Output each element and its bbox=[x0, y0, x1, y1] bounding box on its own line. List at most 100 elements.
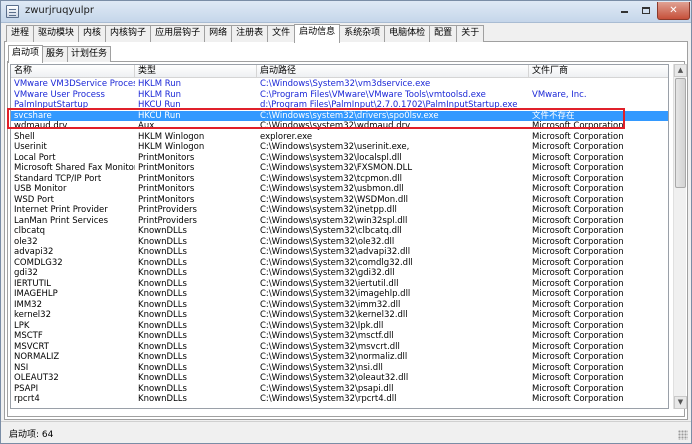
column-header-type[interactable]: 类型 bbox=[135, 65, 257, 78]
minimize-button[interactable] bbox=[613, 2, 635, 20]
cell-type: HKLM Run bbox=[138, 89, 182, 100]
column-header-path[interactable]: 启动路径 bbox=[257, 65, 529, 78]
cell-path: C:\Windows\System32\nsi.dll bbox=[260, 362, 383, 373]
table-row[interactable]: NORMALIZ KnownDLLs C:\Windows\System32\nor… bbox=[11, 352, 668, 363]
cell-type: KnownDLLs bbox=[138, 394, 187, 404]
cell-vendor: Microsoft Corporation bbox=[532, 163, 624, 173]
cell-name: kernel32 bbox=[14, 310, 51, 320]
cell-vendor: Microsoft Corporation bbox=[532, 362, 624, 373]
cell-path: C:\Program Files\VMware\VMware Tools\vmt… bbox=[260, 89, 486, 100]
vertical-scrollbar[interactable]: ▲ ▼ bbox=[673, 64, 687, 409]
tab-main-8[interactable]: 启动信息 bbox=[294, 24, 341, 43]
table-row[interactable]: ole32 KnownDLLs C:\Windows\System32\ole32.… bbox=[11, 237, 668, 248]
cell-path: C:\Windows\System32\vm3dservice.exe bbox=[260, 79, 431, 89]
cell-path: C:\Windows\System32\lpk.dll bbox=[260, 320, 384, 331]
tab-main-3[interactable]: 内核钩子 bbox=[105, 25, 152, 42]
cell-name: clbcatq bbox=[14, 226, 46, 236]
maximize-button[interactable] bbox=[635, 2, 657, 20]
cell-vendor: Microsoft Corporation bbox=[532, 278, 624, 289]
scroll-thumb[interactable] bbox=[675, 78, 686, 188]
tab-main-1[interactable]: 驱动模块 bbox=[33, 25, 80, 42]
table-row[interactable]: Userinit HKLM Winlogon C:\Windows\system32… bbox=[11, 142, 668, 153]
tab-main-0[interactable]: 进程 bbox=[6, 25, 35, 42]
cell-type: KnownDLLs bbox=[138, 383, 187, 394]
table-row[interactable]: VMware VM3DService Process HKLM Run C:\Win… bbox=[11, 79, 668, 90]
cell-type: KnownDLLs bbox=[138, 289, 187, 299]
tab-main-7[interactable]: 文件 bbox=[267, 25, 296, 42]
cell-vendor: Microsoft Corporation bbox=[532, 352, 624, 362]
cell-vendor: Microsoft Corporation bbox=[532, 142, 624, 152]
table-row[interactable]: Microsoft Shared Fax Monitor PrintMonitor… bbox=[11, 163, 668, 174]
cell-name: Microsoft Shared Fax Monitor bbox=[14, 163, 135, 173]
table-row[interactable]: LPK KnownDLLs C:\Windows\System32\lpk.dll M… bbox=[11, 320, 668, 332]
table-row[interactable]: OLEAUT32 KnownDLLs C:\Windows\System32\ole… bbox=[11, 373, 668, 384]
table-row[interactable]: IERTUTIL KnownDLLs C:\Windows\System32\ier… bbox=[11, 278, 668, 290]
cell-name: rpcrt4 bbox=[14, 394, 40, 404]
cell-type: HKLM Run bbox=[138, 79, 182, 89]
table-row[interactable]: MSVCRT KnownDLLs C:\Windows\System32\msvcr… bbox=[11, 341, 668, 353]
cell-type: KnownDLLs bbox=[138, 352, 187, 362]
cell-path: C:\Windows\System32\msvcrt.dll bbox=[260, 341, 400, 352]
cell-name: IMAGEHLP bbox=[14, 289, 58, 299]
cell-name: OLEAUT32 bbox=[14, 373, 59, 383]
scroll-up-button[interactable]: ▲ bbox=[674, 64, 687, 77]
cell-type: PrintMonitors bbox=[138, 184, 195, 194]
table-row[interactable]: USB Monitor PrintMonitors C:\Windows\syste… bbox=[11, 184, 668, 195]
tab-sub-0[interactable]: 启动项 bbox=[8, 45, 44, 63]
table-row[interactable]: PSAPI KnownDLLs C:\Windows\System32\psapi.… bbox=[11, 383, 668, 395]
table-row[interactable]: COMDLG32 KnownDLLs C:\Windows\System32\com… bbox=[11, 257, 668, 269]
cell-vendor: Microsoft Corporation bbox=[532, 173, 624, 184]
tab-main-6[interactable]: 注册表 bbox=[231, 25, 269, 42]
cell-type: KnownDLLs bbox=[138, 341, 187, 352]
cell-path: C:\Windows\System32\oleaut32.dll bbox=[260, 373, 409, 383]
tab-main-9[interactable]: 系统杂项 bbox=[339, 25, 386, 42]
table-row[interactable]: VMware User Process HKLM Run C:\Program Fi… bbox=[11, 89, 668, 101]
table-row[interactable]: WSD Port PrintMonitors C:\Windows\system32… bbox=[11, 195, 668, 206]
table-row[interactable]: Internet Print Provider PrintProviders C:\… bbox=[11, 205, 668, 216]
cell-type: HKLM Winlogon bbox=[138, 131, 205, 142]
cell-name: NSI bbox=[14, 362, 29, 373]
status-text: 启动项: 64 bbox=[9, 430, 54, 440]
column-header-vendor[interactable]: 文件厂商 bbox=[529, 65, 668, 78]
tab-main-10[interactable]: 电脑体检 bbox=[384, 25, 431, 42]
table-row[interactable]: kernel32 KnownDLLs C:\Windows\System32\ker… bbox=[11, 310, 668, 321]
cell-name: IMM32 bbox=[14, 299, 42, 310]
table-row[interactable]: clbcatq KnownDLLs C:\Windows\System32\clbc… bbox=[11, 226, 668, 237]
tab-main-2[interactable]: 内核 bbox=[78, 25, 107, 42]
title-bar[interactable]: zwurjruqyulpr ✕ bbox=[1, 1, 691, 23]
list-header: 名称 类型 启动路径 文件厂商 bbox=[11, 65, 668, 78]
table-row[interactable]: NSI KnownDLLs C:\Windows\System32\nsi.dll M… bbox=[11, 362, 668, 374]
tab-main-5[interactable]: 网络 bbox=[204, 25, 233, 42]
resize-grip-icon[interactable] bbox=[678, 430, 688, 440]
tab-sub-2[interactable]: 计划任务 bbox=[67, 46, 112, 62]
table-row[interactable]: rpcrt4 KnownDLLs C:\Windows\System32\rpcrt… bbox=[11, 394, 668, 405]
cell-vendor: Microsoft Corporation bbox=[532, 247, 624, 257]
tab-main-12[interactable]: 关于 bbox=[456, 25, 485, 42]
cell-vendor: Microsoft Corporation bbox=[532, 226, 624, 236]
table-row[interactable]: IMAGEHLP KnownDLLs C:\Windows\System32\ima… bbox=[11, 289, 668, 300]
cell-path: C:\Windows\System32\advapi32.dll bbox=[260, 247, 411, 257]
table-row[interactable]: IMM32 KnownDLLs C:\Windows\System32\imm32.… bbox=[11, 299, 668, 311]
table-row[interactable]: Shell HKLM Winlogon explorer.exe Microsoft … bbox=[11, 131, 668, 143]
table-row[interactable]: advapi32 KnownDLLs C:\Windows\System32\adv… bbox=[11, 247, 668, 258]
cell-vendor: Microsoft Corporation bbox=[532, 152, 624, 163]
close-icon: ✕ bbox=[669, 5, 678, 16]
table-row[interactable]: Standard TCP/IP Port PrintMonitors C:\Wind… bbox=[11, 173, 668, 185]
close-button[interactable]: ✕ bbox=[657, 2, 690, 20]
table-row[interactable]: MSCTF KnownDLLs C:\Windows\System32\msctf.… bbox=[11, 331, 668, 342]
scroll-down-button[interactable]: ▼ bbox=[674, 396, 687, 409]
tab-sub-1[interactable]: 服务 bbox=[42, 46, 69, 62]
table-row[interactable]: Local Port PrintMonitors C:\Windows\system… bbox=[11, 152, 668, 164]
cell-type: KnownDLLs bbox=[138, 362, 187, 373]
cell-vendor: Microsoft Corporation bbox=[532, 373, 624, 383]
tab-main-4[interactable]: 应用层钩子 bbox=[150, 25, 206, 42]
maximize-icon bbox=[642, 7, 650, 14]
cell-type: PrintMonitors bbox=[138, 152, 195, 163]
cell-type: KnownDLLs bbox=[138, 257, 187, 268]
table-row[interactable]: LanMan Print Services PrintProviders C:\Wi… bbox=[11, 216, 668, 227]
table-row[interactable]: gdi32 KnownDLLs C:\Windows\System32\gdi32.… bbox=[11, 268, 668, 279]
column-header-name[interactable]: 名称 bbox=[11, 65, 135, 78]
cell-vendor: Microsoft Corporation bbox=[532, 320, 624, 331]
cell-type: KnownDLLs bbox=[138, 299, 187, 310]
tab-main-11[interactable]: 配置 bbox=[429, 25, 458, 42]
